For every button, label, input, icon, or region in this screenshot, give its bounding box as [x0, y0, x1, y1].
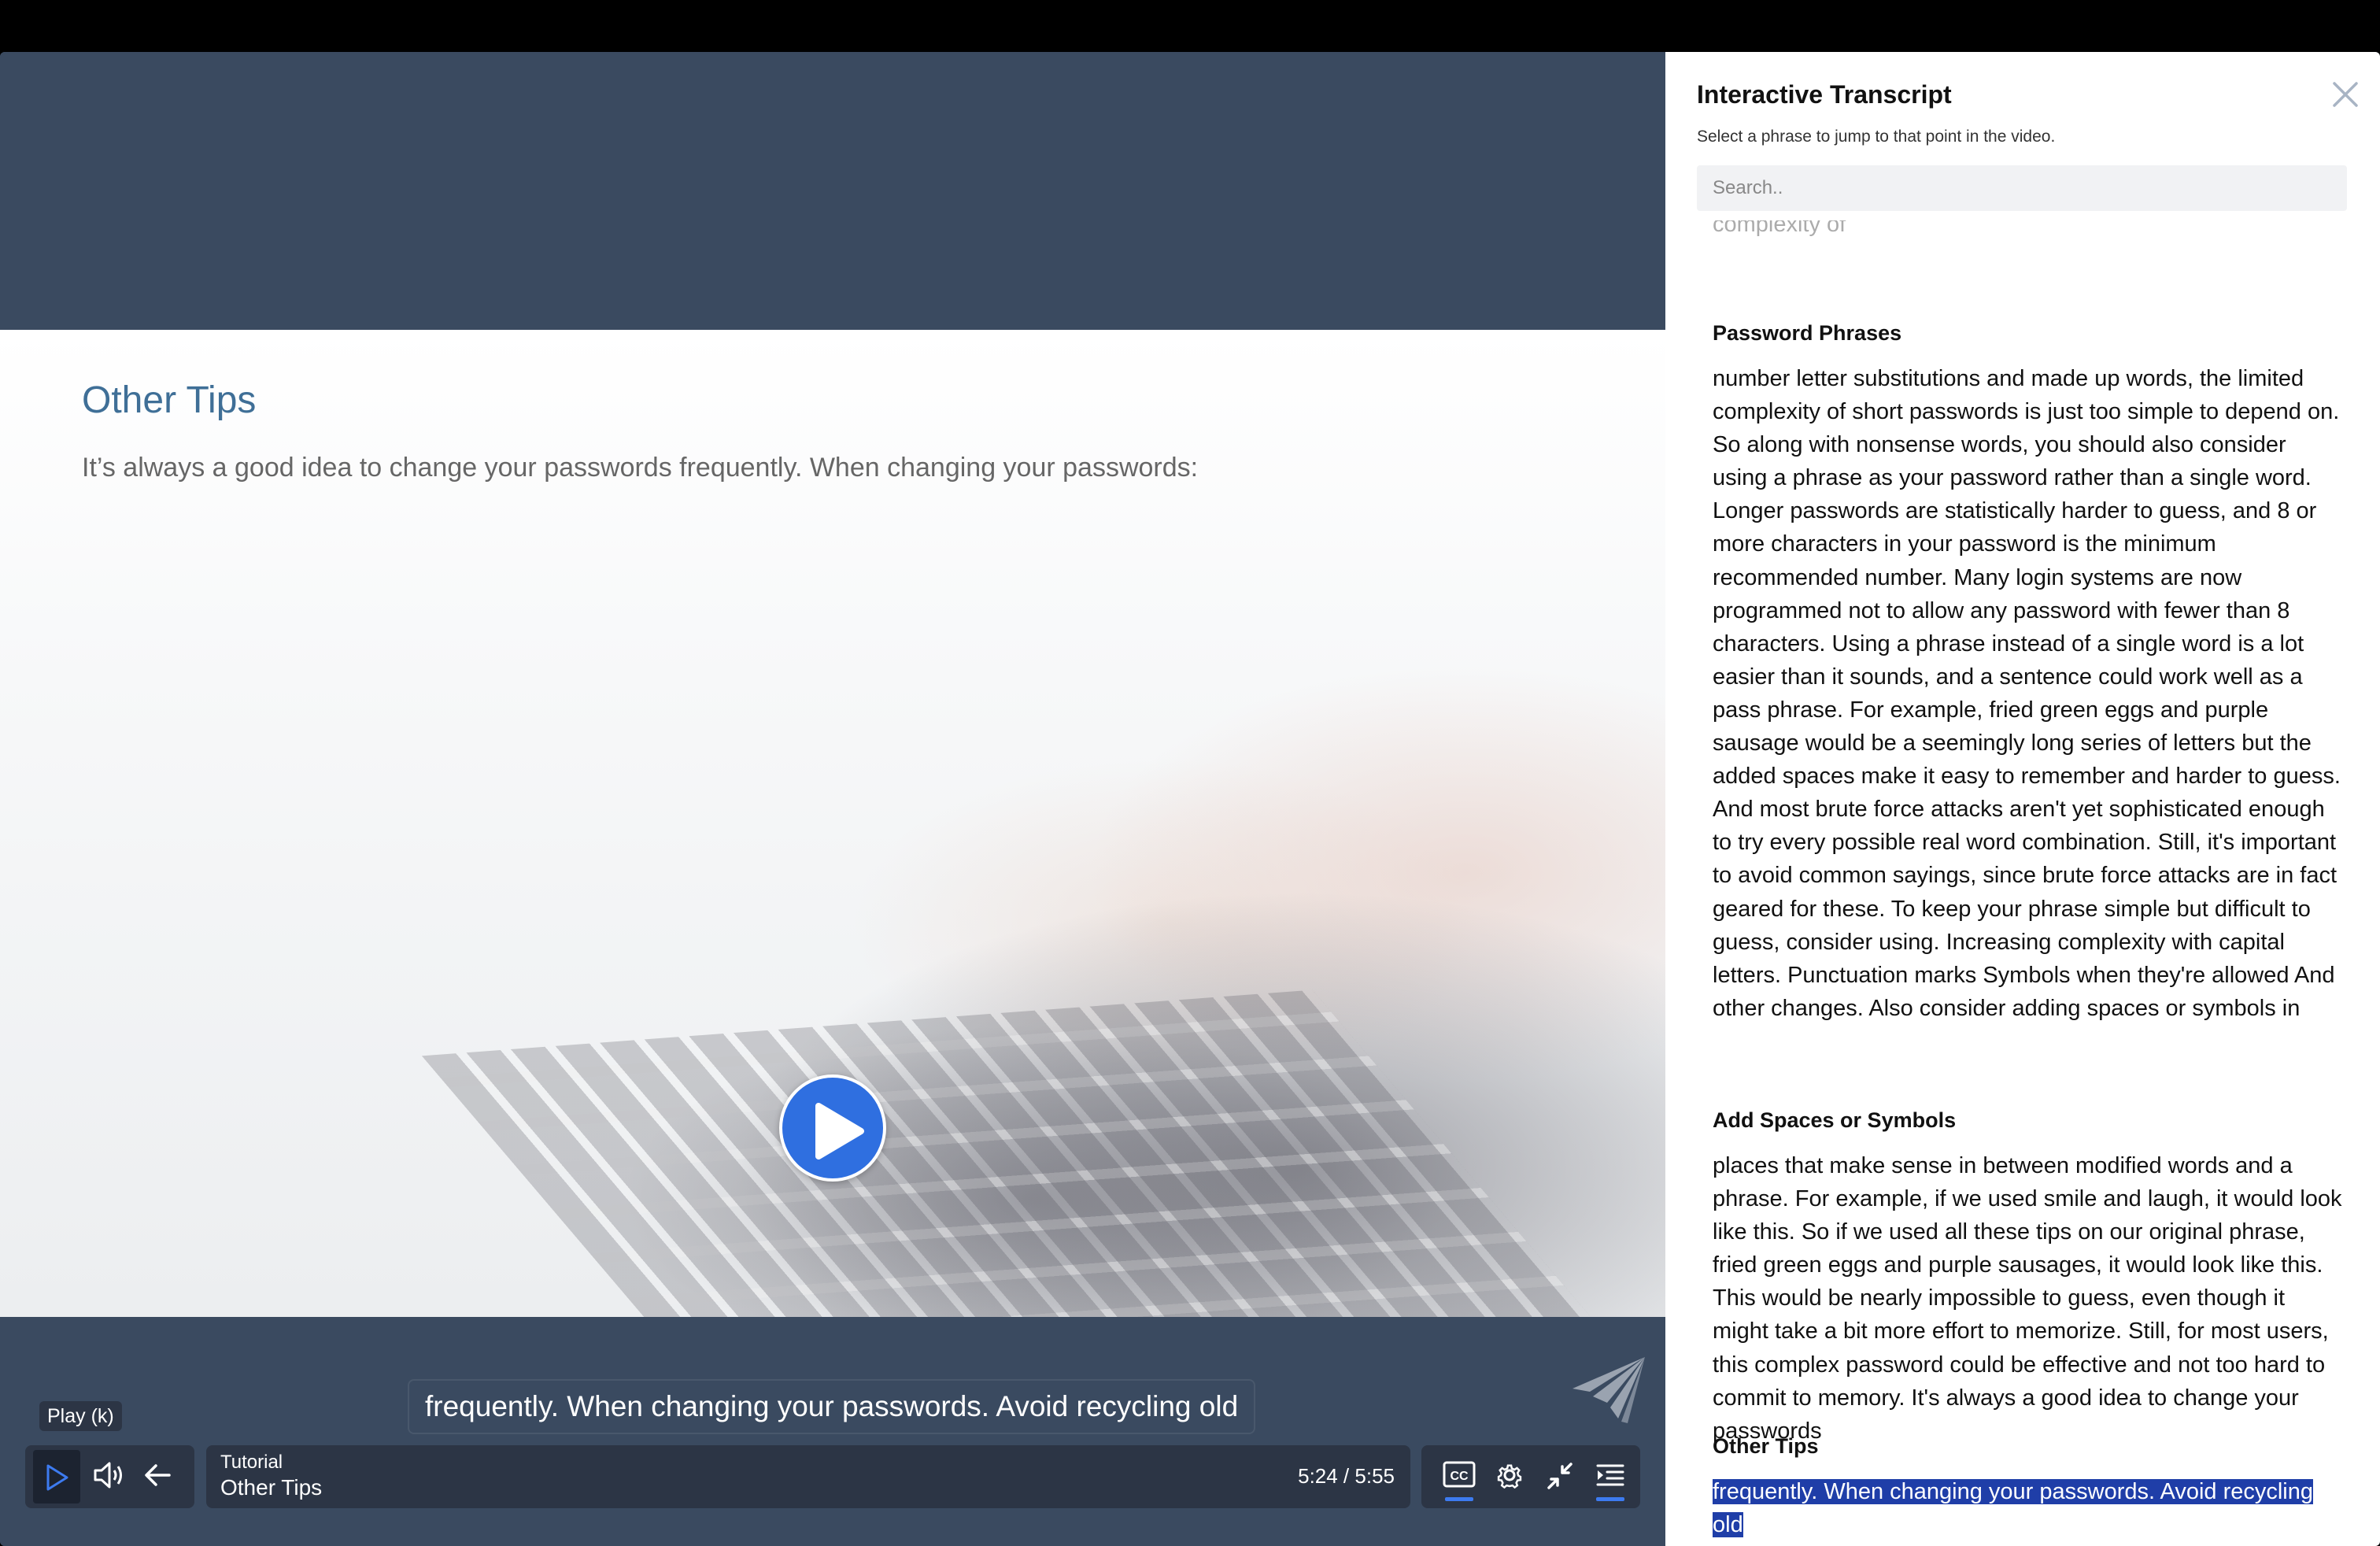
close-button[interactable]	[2330, 79, 2361, 114]
section-title: Other Tips	[1713, 1434, 1819, 1458]
play-button[interactable]	[33, 1450, 80, 1503]
transcript-toggle-button[interactable]	[1591, 1458, 1629, 1501]
captions-active-indicator	[1445, 1497, 1473, 1501]
chapter-label: Tutorial	[220, 1452, 283, 1473]
minimize-button[interactable]	[1541, 1458, 1579, 1496]
settings-button[interactable]	[1491, 1458, 1528, 1496]
volume-button[interactable]	[93, 1459, 128, 1495]
transcript-paragraph[interactable]: places that make sense in between modifi…	[1713, 1149, 2342, 1448]
back-arrow-icon	[145, 1464, 171, 1486]
minimize-icon	[1547, 1463, 1572, 1489]
playback-controls	[25, 1445, 194, 1508]
highlighted-text: frequently. When changing your passwords…	[1713, 1479, 2314, 1537]
back-button[interactable]	[143, 1461, 172, 1493]
close-icon	[2333, 82, 2358, 107]
time-display: 5:24 / 5:55	[1298, 1464, 1395, 1488]
slide-title: Other Tips	[82, 379, 257, 421]
play-icon	[815, 1103, 864, 1160]
svg-text:CC: CC	[1450, 1470, 1469, 1483]
panel-title: Interactive Transcript	[1697, 80, 1952, 109]
section-title: Password Phrases	[1713, 321, 1902, 345]
closed-captions-button[interactable]: CC	[1440, 1458, 1478, 1501]
play-tooltip: Play (k)	[39, 1401, 122, 1431]
volume-icon	[94, 1462, 122, 1489]
transcript-list[interactable]: complexity of Password Phrases number le…	[1713, 220, 2342, 1546]
active-transcript-phrase[interactable]: frequently. When changing your passwords…	[1713, 1475, 2334, 1541]
big-play-button[interactable]	[779, 1074, 886, 1182]
transcript-paragraph[interactable]: number letter substitutions and made up …	[1713, 362, 2342, 1025]
transcript-icon	[1596, 1464, 1624, 1486]
video-player[interactable]: Other Tips It’s always a good idea to ch…	[0, 52, 1665, 1546]
chapter-info-bar: Tutorial Other Tips 5:24 / 5:55	[206, 1445, 1410, 1508]
video-frame[interactable]: Other Tips It’s always a good idea to ch…	[0, 330, 1665, 1317]
caption-overlay: frequently. When changing your passwords…	[408, 1379, 1256, 1434]
panel-subtitle: Select a phrase to jump to that point in…	[1697, 128, 2056, 146]
brand-logo-icon	[1566, 1356, 1648, 1427]
transcript-cut-line: complexity of	[1713, 220, 1846, 237]
play-icon	[46, 1464, 68, 1491]
app-window: Other Tips It’s always a good idea to ch…	[0, 52, 2380, 1546]
section-title: Add Spaces or Symbols	[1713, 1108, 1957, 1132]
transcript-active-indicator	[1596, 1497, 1624, 1501]
closed-captions-icon: CC	[1443, 1461, 1476, 1488]
settings-gear-icon	[1497, 1464, 1522, 1489]
search-input[interactable]	[1697, 165, 2347, 211]
player-options: CC	[1421, 1445, 1640, 1508]
transcript-panel: Interactive Transcript Select a phrase t…	[1665, 52, 2380, 1546]
slide-text: It’s always a good idea to change your p…	[82, 453, 1199, 483]
chapter-name: Other Tips	[220, 1475, 323, 1500]
